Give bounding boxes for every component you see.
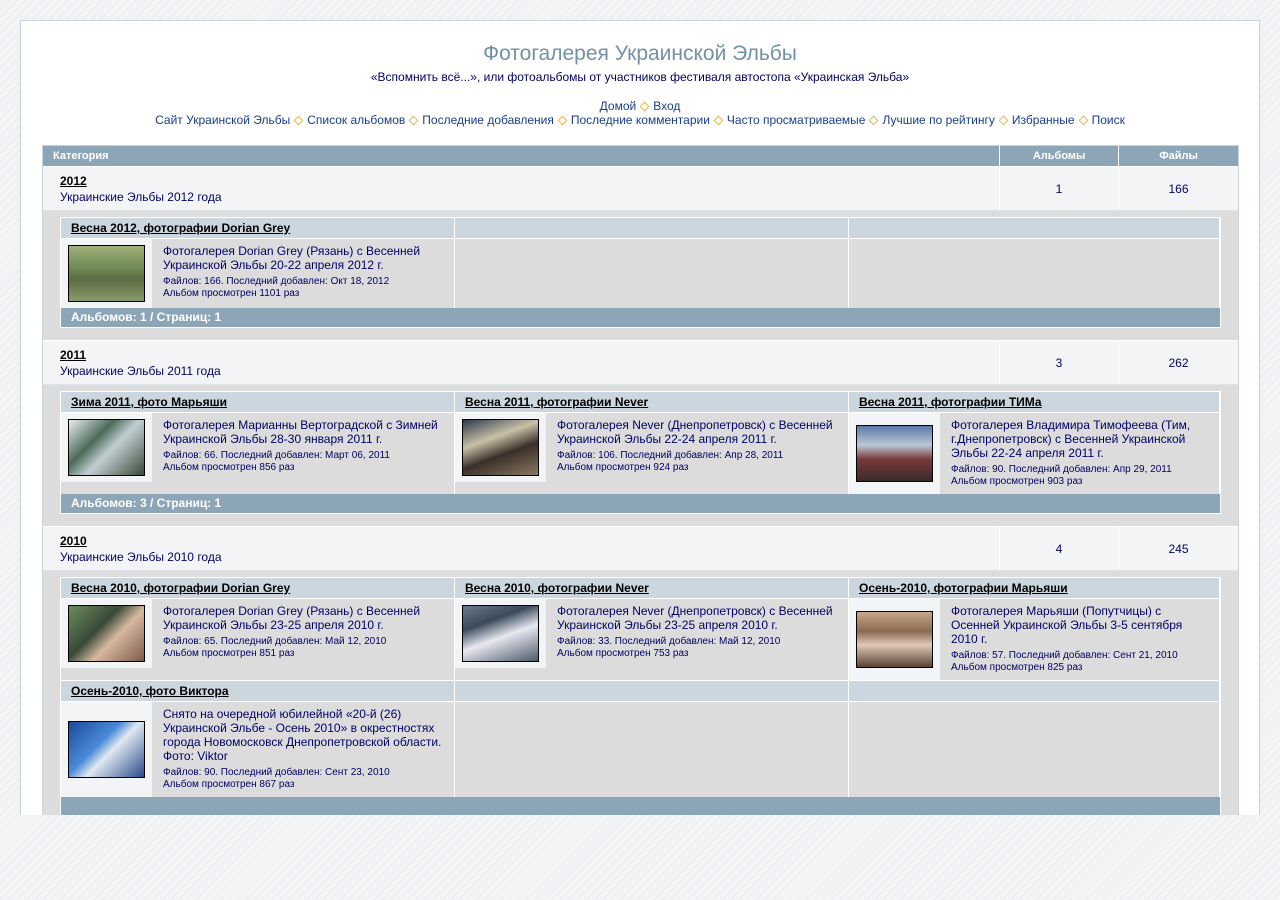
nav-last-comments-link[interactable]: Последние комментарии [571,113,710,127]
album-table: Зима 2011, фото Марьяши Фотогалерея Мари… [60,391,1221,514]
album-description: Фотогалерея Dorian Grey (Рязань) с Весен… [163,604,421,632]
separator-icon [293,115,304,126]
main-nav: Сайт Украинской Эльбы Список альбомов Посл… [21,113,1259,127]
album-thumbnail[interactable] [68,721,145,778]
nav-login-link[interactable]: Вход [653,99,680,113]
album-cell: Зима 2011, фото Марьяши Фотогалерея Мари… [61,392,455,494]
nav-most-viewed-link[interactable]: Часто просматриваемые [727,113,866,127]
nav-home-link[interactable]: Домой [600,99,637,113]
album-cell-empty [455,218,849,308]
album-cell: Весна 2011, фотографии ТИМа Фотогалерея … [849,392,1219,494]
album-stats: Файлов: 106. Последний добавлен: Апр 28,… [557,450,784,473]
album-title-link[interactable]: Осень-2010, фотографии Марьяши [859,581,1068,595]
category-link[interactable]: 2012 [60,174,999,188]
album-title-link[interactable]: Весна 2010, фотографии Never [465,581,649,595]
separator-icon [869,115,879,126]
page-container: Фотогалерея Украинской Эльбы «Вспомнить … [20,20,1260,815]
album-pagination [61,797,1220,815]
album-title-link[interactable]: Весна 2011, фотографии ТИМа [859,395,1042,409]
album-thumbnail[interactable] [856,611,933,668]
category-description: Украинские Эльбы 2011 года [60,364,221,378]
category-link[interactable]: 2011 [60,348,999,362]
separator-icon [557,115,568,126]
separator-icon [639,101,650,112]
separator-icon [1078,115,1089,126]
category-row: 2010 Украинские Эльбы 2010 года 4 245 [43,527,1238,571]
page-header: Фотогалерея Украинской Эльбы «Вспомнить … [21,41,1259,127]
album-stats: Файлов: 66. Последний добавлен: Март 06,… [163,450,390,473]
album-description: Фотогалерея Марьяши (Попутчицы) с Осенне… [951,604,1183,646]
site-description: «Вспомнить всё...», или фотоальбомы от у… [370,70,910,84]
album-description: Фотогалерея Владимира Тимофеева (Тим, г.… [951,418,1191,460]
top-nav: Домой Вход [21,99,1259,113]
nav-search-link[interactable]: Поиск [1092,113,1125,127]
album-section: Зима 2011, фото Марьяши Фотогалерея Мари… [43,385,1238,527]
col-albums-header: Альбомы [1000,146,1120,166]
album-section: Весна 2010, фотографии Dorian Grey Фотог… [43,571,1238,815]
nav-top-rated-link[interactable]: Лучшие по рейтингу [882,113,994,127]
album-thumbnail[interactable] [68,605,145,662]
album-thumbnail[interactable] [856,425,933,482]
album-table: Весна 2010, фотографии Dorian Grey Фотог… [60,577,1221,815]
album-pagination: Альбомов: 3 / Страниц: 1 [61,494,1220,513]
album-thumbnail[interactable] [68,245,145,302]
separator-icon [408,115,419,126]
album-title-link[interactable]: Осень-2010, фото Виктора [71,684,229,698]
category-row: 2011 Украинские Эльбы 2011 года 3 262 [43,341,1238,385]
album-stats: Файлов: 57. Последний добавлен: Сент 21,… [951,650,1178,673]
category-album-count: 4 [1000,527,1120,570]
album-cell-empty [455,681,849,797]
col-category-header: Категория [43,146,1001,166]
album-cell-empty [849,681,1219,797]
category-album-count: 1 [1000,167,1120,210]
nav-last-uploads-link[interactable]: Последние добавления [422,113,554,127]
category-row: 2012 Украинские Эльбы 2012 года 1 166 [43,167,1238,211]
col-files-header: Файлы [1159,150,1198,162]
nav-favorites-link[interactable]: Избранные [1012,113,1075,127]
album-stats: Файлов: 90. Последний добавлен: Апр 29, … [951,464,1172,487]
album-pagination: Альбомов: 1 / Страниц: 1 [61,308,1220,327]
album-cell: Весна 2010, фотографии Dorian Grey Фотог… [61,578,455,680]
album-cell: Осень-2010, фотографии Марьяши Фотогалер… [849,578,1219,680]
album-cell: Весна 2010, фотографии Never Фотогалерея… [455,578,849,680]
album-title-link[interactable]: Весна 2010, фотографии Dorian Grey [71,581,290,595]
album-description: Фотогалерея Dorian Grey (Рязань) с Весен… [163,244,421,272]
album-cell-empty [849,218,1219,308]
album-description: Фотогалерея Never (Днепропетровск) с Вес… [557,418,833,446]
album-stats: Файлов: 65. Последний добавлен: Май 12, … [163,636,387,659]
album-title-link[interactable]: Весна 2012, фотографии Dorian Grey [71,221,290,235]
category-description: Украинские Эльбы 2010 года [60,550,222,564]
album-section: Весна 2012, фотографии Dorian Grey Фотог… [43,211,1238,341]
category-link[interactable]: 2010 [60,534,999,548]
album-description: Фотогалерея Марианны Вертоградской с Зим… [163,418,438,446]
album-cell: Весна 2011, фотографии Never Фотогалерея… [455,392,849,494]
album-stats: Файлов: 33. Последний добавлен: Май 12, … [557,636,781,659]
category-file-count: 245 [1168,541,1189,556]
category-file-count: 166 [1168,181,1189,196]
album-table: Весна 2012, фотографии Dorian Grey Фотог… [60,217,1221,328]
album-stats: Файлов: 166. Последний добавлен: Окт 18,… [163,276,390,299]
album-title-link[interactable]: Весна 2011, фотографии Never [465,395,648,409]
album-cell: Осень-2010, фото Виктора Снято на очеред… [61,681,455,797]
album-stats: Файлов: 90. Последний добавлен: Сент 23,… [163,767,390,790]
album-description: Снято на очередной юбилейной «20-й (26) … [163,707,442,763]
album-thumbnail[interactable] [462,419,539,476]
album-thumbnail[interactable] [462,605,539,662]
album-thumbnail[interactable] [68,419,145,476]
category-file-count: 262 [1168,355,1189,370]
site-title: Фотогалерея Украинской Эльбы [483,42,797,65]
album-cell: Весна 2012, фотографии Dorian Grey Фотог… [61,218,455,308]
separator-icon [713,115,724,126]
table-header: Категория Альбомы Файлы [43,146,1238,167]
separator-icon [998,115,1009,126]
category-table: Категория Альбомы Файлы 2012 Украинские … [42,145,1239,815]
album-description: Фотогалерея Never (Днепропетровск) с Вес… [557,604,833,632]
album-title-link[interactable]: Зима 2011, фото Марьяши [71,395,227,409]
nav-site-link[interactable]: Сайт Украинской Эльбы [155,113,290,127]
category-album-count: 3 [1000,341,1120,384]
nav-album-list-link[interactable]: Список альбомов [307,113,405,127]
category-description: Украинские Эльбы 2012 года [60,190,222,204]
